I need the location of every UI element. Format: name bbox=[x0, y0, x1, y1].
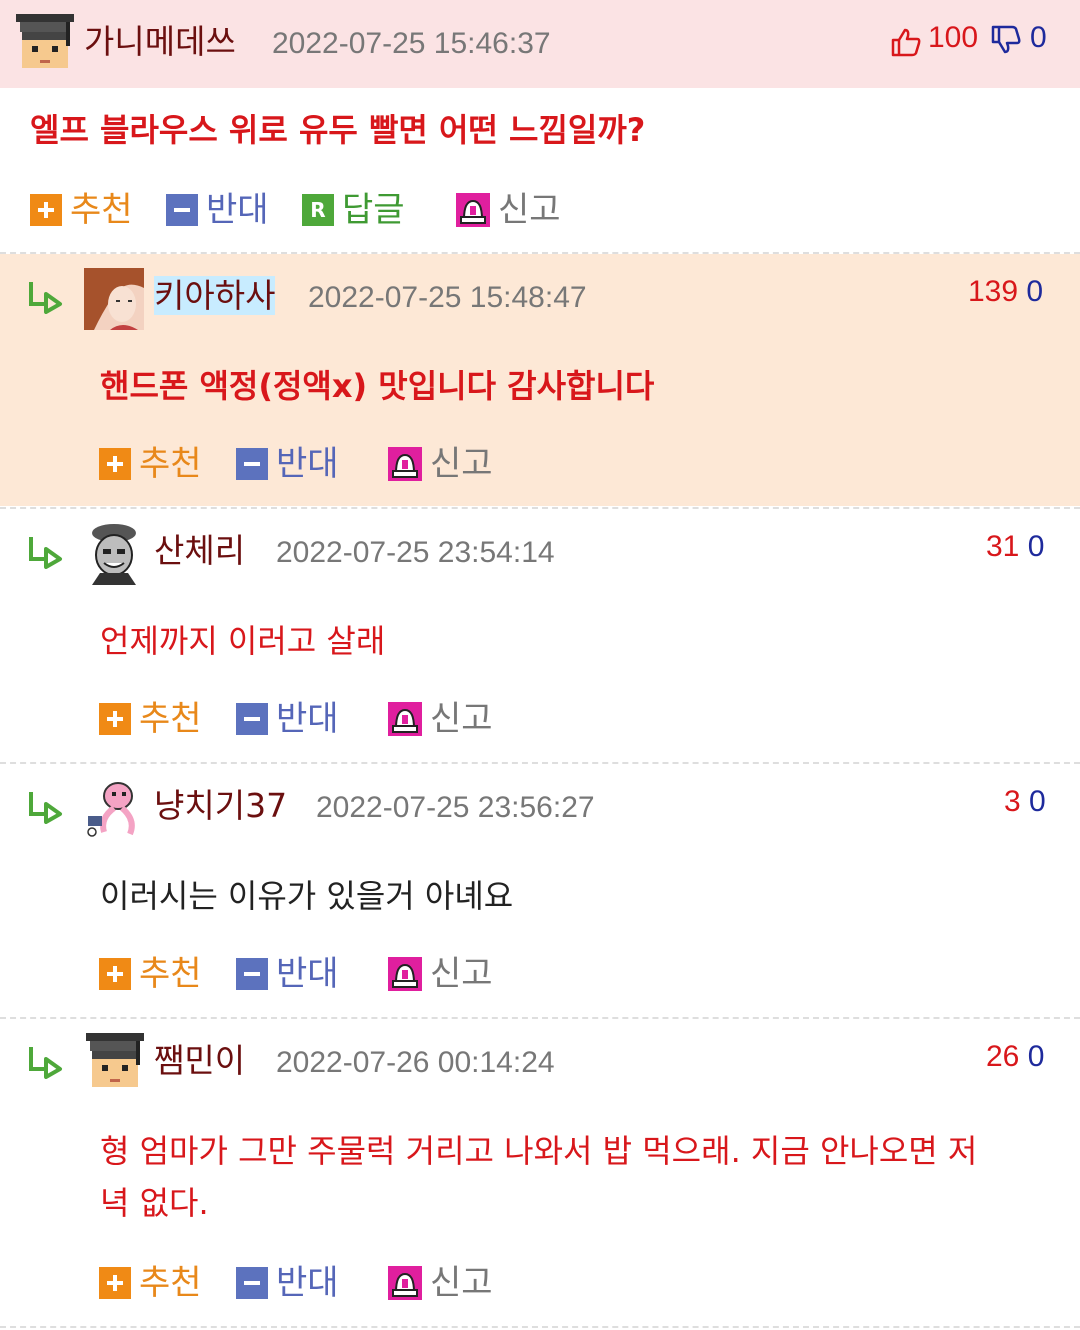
down-count: 0 bbox=[1027, 530, 1045, 563]
reply-button[interactable]: R 답글 bbox=[302, 190, 405, 230]
post-down-count: 0 bbox=[1030, 21, 1047, 54]
plus-icon bbox=[30, 194, 62, 226]
report-button[interactable]: 신고 bbox=[388, 1263, 493, 1303]
up-count: 31 bbox=[986, 530, 1020, 563]
reply-arrow-icon bbox=[26, 278, 66, 314]
siren-icon bbox=[456, 193, 490, 227]
comment-date: 2022-07-25 23:54:14 bbox=[276, 536, 555, 569]
comment-votes: 31 0 bbox=[986, 527, 1044, 567]
minus-icon bbox=[236, 1267, 268, 1299]
comment-votes: 139 0 bbox=[968, 272, 1043, 312]
post-up-count: 100 bbox=[928, 21, 979, 54]
siren-icon bbox=[388, 957, 422, 991]
divider bbox=[0, 1326, 1080, 1328]
comment-item: 산체리 2022-07-25 23:54:14 31 0 언제까지 이러고 살래… bbox=[0, 509, 1080, 761]
minus-icon bbox=[236, 448, 268, 480]
comment-thread: 가니메데쓰 2022-07-25 15:46:37 100 0 엘프 블라우스 … bbox=[0, 0, 1080, 1330]
comment-text-line-2: 녁 없다. bbox=[100, 1184, 209, 1222]
comment-author-nick[interactable]: 산체리 bbox=[154, 531, 245, 571]
report-button[interactable]: 신고 bbox=[388, 699, 493, 739]
reply-arrow-icon bbox=[26, 1043, 66, 1079]
avatar[interactable] bbox=[84, 268, 144, 330]
up-count: 139 bbox=[968, 275, 1019, 308]
avatar[interactable] bbox=[84, 778, 146, 840]
report-button[interactable]: 신고 bbox=[388, 444, 493, 484]
post-author-nick[interactable]: 가니메데쓰 bbox=[84, 22, 236, 62]
report-button[interactable]: 신고 bbox=[388, 954, 493, 994]
avatar[interactable] bbox=[86, 521, 142, 585]
plus-icon bbox=[99, 703, 131, 735]
up-count: 3 bbox=[1004, 785, 1021, 818]
student-avatar-icon[interactable] bbox=[86, 1033, 144, 1091]
comment-item: 쨈민이 2022-07-26 00:14:24 26 0 형 엄마가 그만 주물… bbox=[0, 1019, 1080, 1325]
comment-text-line-1: 형 엄마가 그만 주물럭 거리고 나와서 밥 먹으래. 지금 안나오면 저 bbox=[100, 1132, 978, 1170]
oppose-button[interactable]: 반대 bbox=[236, 1263, 339, 1303]
thumbs-down-icon[interactable] bbox=[990, 24, 1022, 56]
minus-icon bbox=[236, 703, 268, 735]
post-body: 엘프 블라우스 위로 유두 빨면 어떤 느낌일까? 추천 반대 R 답글 신고 bbox=[0, 88, 1080, 252]
comment-date: 2022-07-25 15:48:47 bbox=[308, 281, 587, 314]
recommend-button[interactable]: 추천 bbox=[99, 954, 202, 994]
plus-icon bbox=[99, 1267, 131, 1299]
reply-arrow-icon bbox=[26, 533, 66, 569]
down-count: 0 bbox=[1026, 275, 1044, 308]
minus-icon bbox=[166, 194, 198, 226]
recommend-button[interactable]: 추천 bbox=[99, 699, 202, 739]
recommend-button[interactable]: 추천 bbox=[99, 1263, 202, 1303]
comment-text: 이러시는 이유가 있을거 아녜요 bbox=[100, 877, 514, 915]
post-title: 엘프 블라우스 위로 유두 빨면 어떤 느낌일까? bbox=[30, 111, 646, 149]
report-button[interactable]: 신고 bbox=[456, 190, 561, 230]
thumbs-up-icon[interactable] bbox=[890, 26, 922, 58]
recommend-button[interactable]: 추천 bbox=[30, 190, 133, 230]
up-count: 26 bbox=[986, 1040, 1020, 1073]
comment-date: 2022-07-25 23:56:27 bbox=[316, 791, 595, 824]
comment-votes: 26 0 bbox=[986, 1037, 1044, 1077]
siren-icon bbox=[388, 447, 422, 481]
comment-text: 핸드폰 액정(정액x) 맛입니다 감사합니다 bbox=[100, 367, 655, 405]
comment-votes: 3 0 bbox=[1004, 782, 1046, 822]
down-count: 0 bbox=[1029, 785, 1046, 818]
oppose-button[interactable]: 반대 bbox=[236, 954, 339, 994]
minus-icon bbox=[236, 958, 268, 990]
student-avatar-icon[interactable] bbox=[16, 14, 74, 72]
comment-author-nick[interactable]: 냥치기37 bbox=[154, 786, 287, 826]
comment-author-nick[interactable]: 쨈민이 bbox=[154, 1041, 245, 1081]
oppose-button[interactable]: 반대 bbox=[236, 699, 339, 739]
siren-icon bbox=[388, 702, 422, 736]
plus-icon bbox=[99, 958, 131, 990]
oppose-button[interactable]: 반대 bbox=[166, 190, 269, 230]
comment-author-nick[interactable]: 키아하사 bbox=[154, 276, 276, 316]
reply-icon: R bbox=[302, 194, 334, 226]
comment-date: 2022-07-26 00:14:24 bbox=[276, 1046, 555, 1079]
reply-arrow-icon bbox=[26, 788, 66, 824]
comment-item: 냥치기37 2022-07-25 23:56:27 3 0 이러시는 이유가 있… bbox=[0, 764, 1080, 1016]
siren-icon bbox=[388, 1266, 422, 1300]
recommend-button[interactable]: 추천 bbox=[99, 444, 202, 484]
oppose-button[interactable]: 반대 bbox=[236, 444, 339, 484]
post-header: 가니메데쓰 2022-07-25 15:46:37 100 0 bbox=[0, 0, 1080, 88]
comment-item: 키아하사 2022-07-25 15:48:47 139 0 핸드폰 액정(정액… bbox=[0, 254, 1080, 506]
down-count: 0 bbox=[1027, 1040, 1045, 1073]
comment-text: 언제까지 이러고 살래 bbox=[100, 622, 386, 660]
plus-icon bbox=[99, 448, 131, 480]
post-date: 2022-07-25 15:46:37 bbox=[272, 27, 551, 60]
